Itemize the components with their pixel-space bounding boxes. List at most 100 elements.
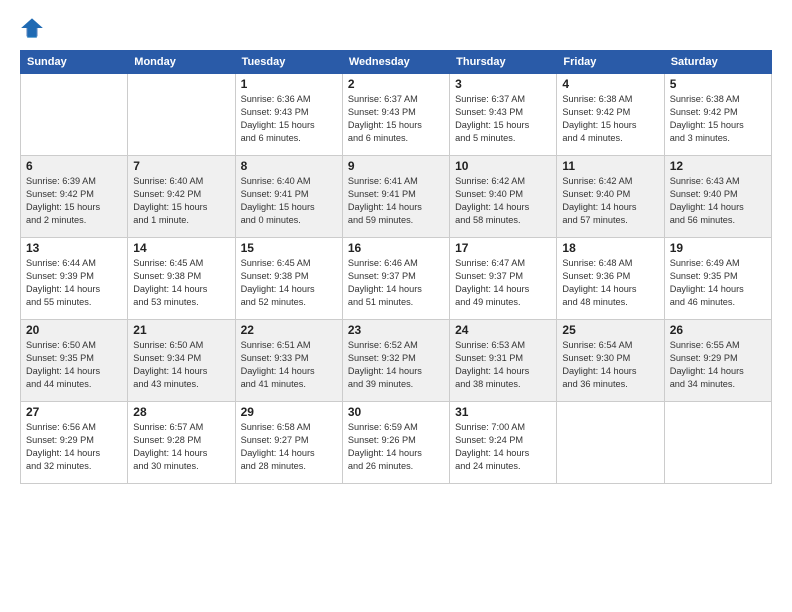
calendar-day-cell: 29 Sunrise: 6:58 AM Sunset: 9:27 PM Dayli… bbox=[235, 402, 342, 484]
day-info: Sunrise: 6:45 AM Sunset: 9:38 PM Dayligh… bbox=[133, 257, 229, 309]
day-info: Sunrise: 6:47 AM Sunset: 9:37 PM Dayligh… bbox=[455, 257, 551, 309]
day-number: 30 bbox=[348, 405, 444, 419]
calendar-day-cell: 16Sunrise: 6:46 AM Sunset: 9:37 PM Dayli… bbox=[342, 238, 449, 320]
day-number: 27 bbox=[26, 405, 122, 419]
day-number: 31 bbox=[455, 405, 551, 419]
calendar-week-row: 27 Sunrise: 6:56 AM Sunset: 9:29 PM Dayli… bbox=[21, 402, 772, 484]
calendar-table: SundayMondayTuesdayWednesdayThursdayFrid… bbox=[20, 50, 772, 484]
day-info: Sunrise: 6:36 AM Sunset: 9:43 PM Dayligh… bbox=[241, 93, 337, 145]
day-info: Sunrise: 6:48 AM Sunset: 9:36 PM Dayligh… bbox=[562, 257, 658, 309]
calendar-day-cell: 20 Sunrise: 6:50 AM Sunset: 9:35 PM Dayli… bbox=[21, 320, 128, 402]
calendar-day-cell: 23Sunrise: 6:52 AM Sunset: 9:32 PM Dayli… bbox=[342, 320, 449, 402]
calendar-day-cell: 1 Sunrise: 6:36 AM Sunset: 9:43 PM Daylig… bbox=[235, 74, 342, 156]
calendar-day-cell: 5Sunrise: 6:38 AM Sunset: 9:42 PM Daylig… bbox=[664, 74, 771, 156]
calendar-day-cell: 12 Sunrise: 6:43 AM Sunset: 9:40 PM Dayli… bbox=[664, 156, 771, 238]
calendar-day-cell: 17 Sunrise: 6:47 AM Sunset: 9:37 PM Dayli… bbox=[450, 238, 557, 320]
day-info: Sunrise: 6:57 AM Sunset: 9:28 PM Dayligh… bbox=[133, 421, 229, 473]
weekday-header: Wednesday bbox=[342, 51, 449, 74]
day-info: Sunrise: 6:43 AM Sunset: 9:40 PM Dayligh… bbox=[670, 175, 766, 227]
calendar-day-cell: 19Sunrise: 6:49 AM Sunset: 9:35 PM Dayli… bbox=[664, 238, 771, 320]
day-info: Sunrise: 6:42 AM Sunset: 9:40 PM Dayligh… bbox=[455, 175, 551, 227]
weekday-header: Thursday bbox=[450, 51, 557, 74]
calendar-day-cell: 9 Sunrise: 6:41 AM Sunset: 9:41 PM Daylig… bbox=[342, 156, 449, 238]
calendar-day-cell: 21Sunrise: 6:50 AM Sunset: 9:34 PM Dayli… bbox=[128, 320, 235, 402]
day-number: 15 bbox=[241, 241, 337, 255]
day-info: Sunrise: 6:37 AM Sunset: 9:43 PM Dayligh… bbox=[348, 93, 444, 145]
weekday-header: Friday bbox=[557, 51, 664, 74]
day-number: 1 bbox=[241, 77, 337, 91]
calendar-day-cell: 25Sunrise: 6:54 AM Sunset: 9:30 PM Dayli… bbox=[557, 320, 664, 402]
day-info: Sunrise: 6:53 AM Sunset: 9:31 PM Dayligh… bbox=[455, 339, 551, 391]
day-info: Sunrise: 6:42 AM Sunset: 9:40 PM Dayligh… bbox=[562, 175, 658, 227]
day-number: 26 bbox=[670, 323, 766, 337]
day-info: Sunrise: 6:38 AM Sunset: 9:42 PM Dayligh… bbox=[670, 93, 766, 145]
day-number: 23 bbox=[348, 323, 444, 337]
day-number: 28 bbox=[133, 405, 229, 419]
logo-icon bbox=[20, 16, 44, 40]
day-number: 8 bbox=[241, 159, 337, 173]
calendar-day-cell: 22 Sunrise: 6:51 AM Sunset: 9:33 PM Dayli… bbox=[235, 320, 342, 402]
calendar-day-cell: 13 Sunrise: 6:44 AM Sunset: 9:39 PM Dayli… bbox=[21, 238, 128, 320]
day-number: 10 bbox=[455, 159, 551, 173]
calendar-day-cell bbox=[664, 402, 771, 484]
day-info: Sunrise: 6:58 AM Sunset: 9:27 PM Dayligh… bbox=[241, 421, 337, 473]
calendar-header-row: SundayMondayTuesdayWednesdayThursdayFrid… bbox=[21, 51, 772, 74]
day-info: Sunrise: 6:59 AM Sunset: 9:26 PM Dayligh… bbox=[348, 421, 444, 473]
day-info: Sunrise: 6:46 AM Sunset: 9:37 PM Dayligh… bbox=[348, 257, 444, 309]
calendar-day-cell: 4 Sunrise: 6:38 AM Sunset: 9:42 PM Daylig… bbox=[557, 74, 664, 156]
day-info: Sunrise: 6:41 AM Sunset: 9:41 PM Dayligh… bbox=[348, 175, 444, 227]
day-info: Sunrise: 6:56 AM Sunset: 9:29 PM Dayligh… bbox=[26, 421, 122, 473]
calendar-day-cell bbox=[21, 74, 128, 156]
calendar-day-cell: 26 Sunrise: 6:55 AM Sunset: 9:29 PM Dayli… bbox=[664, 320, 771, 402]
day-info: Sunrise: 6:49 AM Sunset: 9:35 PM Dayligh… bbox=[670, 257, 766, 309]
day-info: Sunrise: 6:44 AM Sunset: 9:39 PM Dayligh… bbox=[26, 257, 122, 309]
weekday-header: Tuesday bbox=[235, 51, 342, 74]
calendar-week-row: 13 Sunrise: 6:44 AM Sunset: 9:39 PM Dayli… bbox=[21, 238, 772, 320]
day-info: Sunrise: 6:37 AM Sunset: 9:43 PM Dayligh… bbox=[455, 93, 551, 145]
calendar-day-cell: 27 Sunrise: 6:56 AM Sunset: 9:29 PM Dayli… bbox=[21, 402, 128, 484]
day-number: 4 bbox=[562, 77, 658, 91]
calendar-day-cell: 24 Sunrise: 6:53 AM Sunset: 9:31 PM Dayli… bbox=[450, 320, 557, 402]
day-info: Sunrise: 6:40 AM Sunset: 9:41 PM Dayligh… bbox=[241, 175, 337, 227]
day-info: Sunrise: 6:50 AM Sunset: 9:34 PM Dayligh… bbox=[133, 339, 229, 391]
day-number: 29 bbox=[241, 405, 337, 419]
calendar-day-cell: 2 Sunrise: 6:37 AM Sunset: 9:43 PM Daylig… bbox=[342, 74, 449, 156]
day-number: 20 bbox=[26, 323, 122, 337]
day-info: Sunrise: 6:40 AM Sunset: 9:42 PM Dayligh… bbox=[133, 175, 229, 227]
day-number: 3 bbox=[455, 77, 551, 91]
weekday-header: Saturday bbox=[664, 51, 771, 74]
day-info: Sunrise: 6:51 AM Sunset: 9:33 PM Dayligh… bbox=[241, 339, 337, 391]
calendar-week-row: 20 Sunrise: 6:50 AM Sunset: 9:35 PM Dayli… bbox=[21, 320, 772, 402]
day-number: 17 bbox=[455, 241, 551, 255]
calendar-day-cell: 8 Sunrise: 6:40 AM Sunset: 9:41 PM Daylig… bbox=[235, 156, 342, 238]
day-number: 24 bbox=[455, 323, 551, 337]
day-info: Sunrise: 6:39 AM Sunset: 9:42 PM Dayligh… bbox=[26, 175, 122, 227]
calendar-day-cell: 10 Sunrise: 6:42 AM Sunset: 9:40 PM Dayli… bbox=[450, 156, 557, 238]
day-number: 9 bbox=[348, 159, 444, 173]
calendar-day-cell: 11 Sunrise: 6:42 AM Sunset: 9:40 PM Dayli… bbox=[557, 156, 664, 238]
day-info: Sunrise: 6:38 AM Sunset: 9:42 PM Dayligh… bbox=[562, 93, 658, 145]
day-number: 2 bbox=[348, 77, 444, 91]
page-header bbox=[20, 16, 772, 40]
calendar-day-cell: 6 Sunrise: 6:39 AM Sunset: 9:42 PM Daylig… bbox=[21, 156, 128, 238]
calendar-day-cell: 28 Sunrise: 6:57 AM Sunset: 9:28 PM Dayli… bbox=[128, 402, 235, 484]
day-number: 18 bbox=[562, 241, 658, 255]
day-number: 11 bbox=[562, 159, 658, 173]
weekday-header: Sunday bbox=[21, 51, 128, 74]
day-number: 13 bbox=[26, 241, 122, 255]
calendar-day-cell bbox=[557, 402, 664, 484]
calendar-day-cell: 18 Sunrise: 6:48 AM Sunset: 9:36 PM Dayli… bbox=[557, 238, 664, 320]
day-info: Sunrise: 6:50 AM Sunset: 9:35 PM Dayligh… bbox=[26, 339, 122, 391]
calendar-day-cell: 3 Sunrise: 6:37 AM Sunset: 9:43 PM Daylig… bbox=[450, 74, 557, 156]
day-number: 14 bbox=[133, 241, 229, 255]
calendar-day-cell bbox=[128, 74, 235, 156]
day-number: 6 bbox=[26, 159, 122, 173]
day-number: 22 bbox=[241, 323, 337, 337]
day-info: Sunrise: 6:55 AM Sunset: 9:29 PM Dayligh… bbox=[670, 339, 766, 391]
day-number: 25 bbox=[562, 323, 658, 337]
calendar-week-row: 6 Sunrise: 6:39 AM Sunset: 9:42 PM Daylig… bbox=[21, 156, 772, 238]
calendar-day-cell: 15Sunrise: 6:45 AM Sunset: 9:38 PM Dayli… bbox=[235, 238, 342, 320]
day-info: Sunrise: 7:00 AM Sunset: 9:24 PM Dayligh… bbox=[455, 421, 551, 473]
day-number: 12 bbox=[670, 159, 766, 173]
day-number: 7 bbox=[133, 159, 229, 173]
